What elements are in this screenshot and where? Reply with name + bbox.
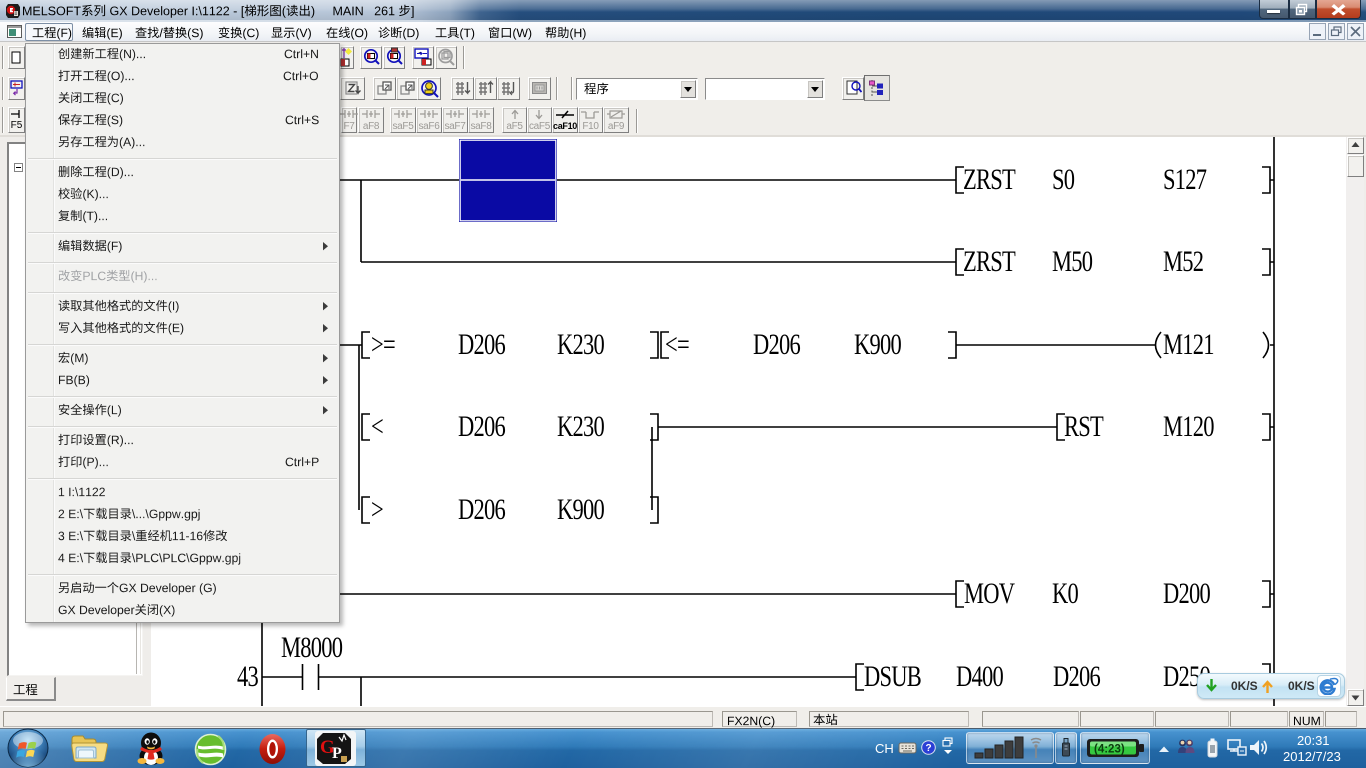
svg-text:?: ?: [926, 743, 932, 754]
svg-text:(4:23): (4:23): [1094, 744, 1125, 756]
svg-text:P: P: [332, 745, 342, 762]
